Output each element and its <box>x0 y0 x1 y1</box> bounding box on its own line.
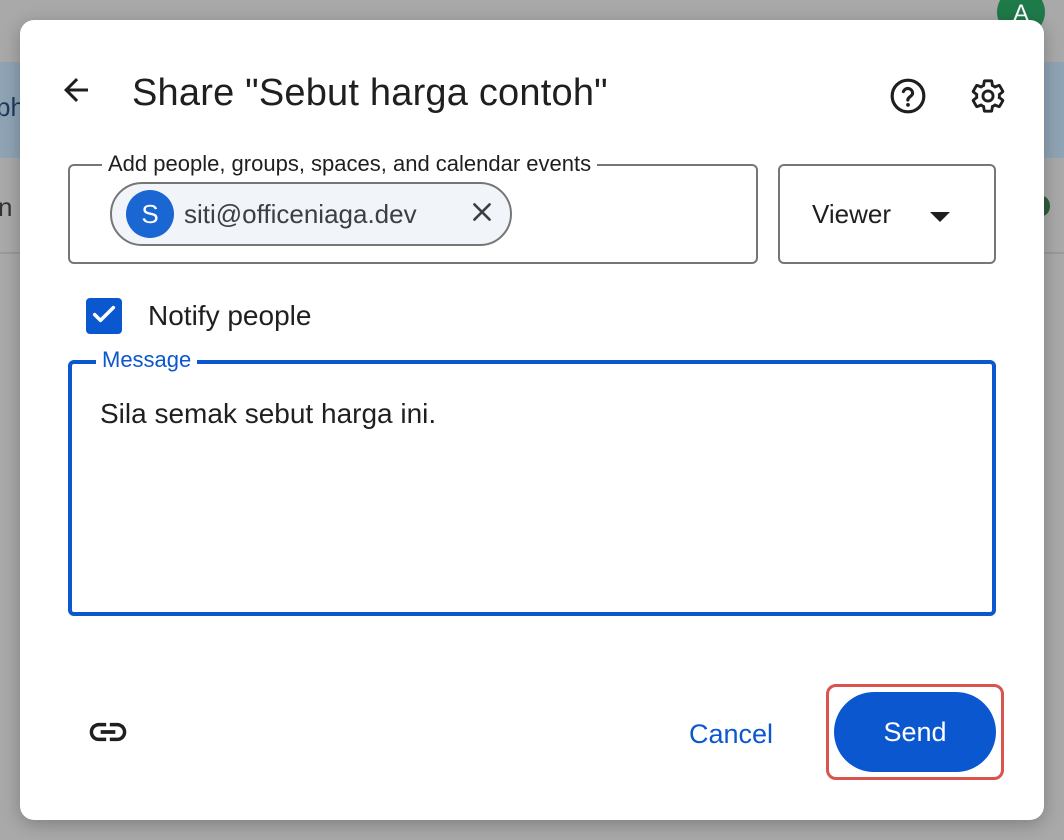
share-dialog: Share "Sebut harga contoh" Add people, g… <box>20 20 1044 820</box>
remove-recipient-button[interactable] <box>466 198 498 230</box>
recipient-email: siti@officeniaga.dev <box>184 198 417 229</box>
notify-people-label[interactable]: Notify people <box>148 300 311 332</box>
notify-people-checkbox[interactable] <box>86 298 122 334</box>
help-button[interactable] <box>886 76 930 120</box>
recipient-chip[interactable]: S siti@officeniaga.dev <box>110 182 512 246</box>
back-button[interactable] <box>56 72 96 112</box>
message-label: Message <box>96 347 198 373</box>
caret-down-icon <box>928 210 952 229</box>
cancel-button[interactable]: Cancel <box>670 710 792 758</box>
add-people-label: Add people, groups, spaces, and calendar… <box>102 151 598 177</box>
arrow-back-icon <box>58 72 94 113</box>
check-icon <box>90 300 118 333</box>
copy-link-button[interactable] <box>84 710 132 758</box>
gear-icon <box>969 77 1007 120</box>
add-people-field[interactable]: Add people, groups, spaces, and calendar… <box>68 151 758 264</box>
send-button[interactable]: Send <box>834 692 996 772</box>
message-textarea[interactable]: Message Sila semak sebut harga ini. <box>68 347 996 616</box>
message-text[interactable]: Sila semak sebut harga ini. <box>100 398 436 430</box>
link-icon <box>86 710 130 759</box>
help-icon <box>889 77 927 120</box>
role-selected-value: Viewer <box>812 198 892 229</box>
dialog-title: Share "Sebut harga contoh" <box>132 72 608 114</box>
close-icon <box>469 199 495 230</box>
settings-button[interactable] <box>966 76 1010 120</box>
recipient-avatar: S <box>126 190 174 238</box>
role-dropdown[interactable]: Viewer <box>778 164 996 264</box>
